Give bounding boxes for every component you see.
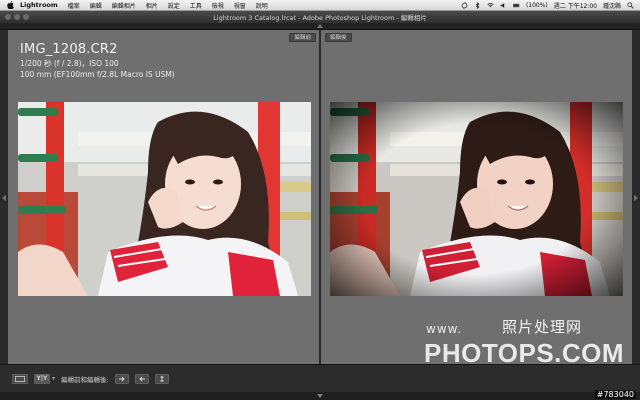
mac-menu-bar: Lightroom 檔案 編輯 編輯相片 相片 設定 工具 檢視 視窗 說明 (…	[0, 0, 640, 11]
watermark-www: www.	[426, 322, 463, 336]
minimize-window-button[interactable]	[14, 14, 20, 20]
menu-develop[interactable]: 編輯相片	[112, 1, 136, 10]
status-area: (100%) 週二 下午12:00 鍾沈縣	[461, 1, 634, 10]
apple-menu-icon[interactable]	[6, 1, 15, 9]
menubar-user[interactable]: 鍾沈縣	[603, 1, 621, 10]
collapse-down-icon	[317, 394, 323, 398]
after-photo[interactable]	[330, 102, 623, 296]
left-panel-toggle[interactable]	[0, 30, 8, 364]
photo-filename: IMG_1208.CR2	[20, 42, 118, 57]
menu-window[interactable]: 視窗	[234, 1, 246, 10]
menu-view[interactable]: 檢視	[212, 1, 224, 10]
sync-icon[interactable]	[461, 1, 468, 9]
expand-right-icon	[634, 195, 638, 201]
battery-percent: (100%)	[525, 1, 548, 9]
bluetooth-icon[interactable]	[474, 1, 481, 9]
loupe-icon	[15, 375, 25, 382]
top-panel-toggle[interactable]	[0, 23, 640, 30]
window-title: Lightroom 3 Catalog.lrcat - Adobe Photos…	[213, 14, 427, 22]
menubar-clock[interactable]: 週二 下午12:00	[554, 1, 597, 10]
menu-edit[interactable]: 編輯	[90, 1, 102, 10]
app-menu[interactable]: Lightroom	[20, 1, 58, 9]
wifi-icon[interactable]	[487, 2, 494, 9]
after-pane[interactable]: 編輯後	[321, 30, 632, 364]
before-pane[interactable]: 編輯前 IMG_1208.CR2 1/200 秒 (f / 2.8)，ISO 1…	[8, 30, 319, 364]
arrow-left-icon	[139, 376, 145, 381]
before-photo[interactable]	[18, 102, 311, 296]
search-icon[interactable]	[627, 1, 634, 9]
window-controls[interactable]	[5, 14, 29, 20]
menu-settings[interactable]: 設定	[168, 1, 180, 10]
before-label: 編輯前	[289, 33, 316, 42]
image-id-label: #783040	[594, 390, 636, 399]
volume-icon[interactable]	[500, 2, 507, 9]
compare-mode-button[interactable]: Y|Y	[34, 373, 50, 384]
photo-lens: 100 mm (EF100mm f/2.8L Macro IS USM)	[20, 70, 175, 79]
compare-mode-dropdown-icon[interactable]: ▾	[52, 375, 55, 382]
photo-exposure: 1/200 秒 (f / 2.8)，ISO 100	[20, 59, 119, 68]
copy-after-to-before-button[interactable]	[134, 373, 149, 384]
menu-help[interactable]: 說明	[256, 1, 268, 10]
filmstrip-toggle[interactable]	[0, 392, 640, 400]
loupe-view-button[interactable]	[12, 373, 28, 384]
zoom-window-button[interactable]	[23, 14, 29, 20]
copy-before-to-after-button[interactable]	[114, 373, 129, 384]
right-panel-toggle[interactable]	[632, 30, 640, 364]
menu-tools[interactable]: 工具	[190, 1, 202, 10]
before-after-label: 編輯前和編輯後:	[61, 375, 109, 384]
collapse-up-icon	[317, 24, 323, 28]
watermark-chinese: 照片处理网	[502, 318, 583, 336]
photo-info-overlay: IMG_1208.CR2 1/200 秒 (f / 2.8)，ISO 100 1…	[20, 42, 175, 79]
bottom-toolbar: Y|Y ▾ 編輯前和編輯後:	[0, 364, 640, 392]
expand-left-icon	[2, 195, 6, 201]
close-window-button[interactable]	[5, 14, 11, 20]
swap-icon	[159, 375, 164, 382]
swap-before-after-button[interactable]	[154, 373, 169, 384]
menu-file[interactable]: 檔案	[68, 1, 80, 10]
after-label: 編輯後	[325, 33, 352, 42]
arrow-right-icon	[118, 376, 125, 381]
battery-icon[interactable]	[513, 2, 520, 9]
window-title-bar: Lightroom 3 Catalog.lrcat - Adobe Photos…	[0, 11, 640, 23]
menu-photo[interactable]: 相片	[146, 1, 158, 10]
